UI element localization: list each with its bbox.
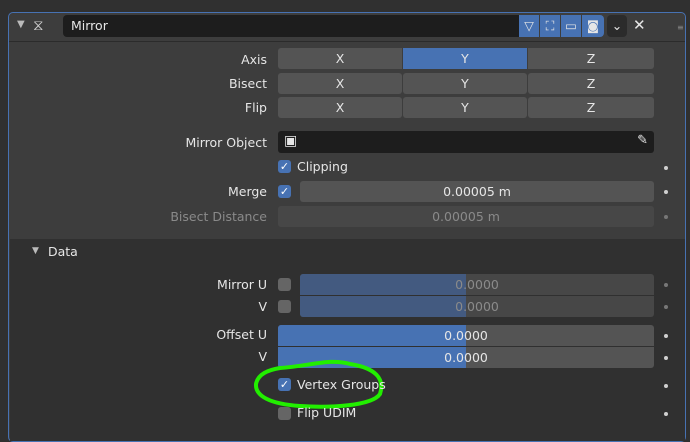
keyframe-dot[interactable] bbox=[664, 412, 668, 416]
mirror-u-field[interactable]: 0.0000 bbox=[300, 274, 654, 295]
object-icon: ▣ bbox=[284, 133, 298, 149]
axis-x-button[interactable]: X bbox=[278, 48, 402, 69]
mirror-object-field[interactable]: ▣ ✎ bbox=[278, 131, 654, 153]
render-camera-icon[interactable]: ◙ bbox=[582, 15, 604, 37]
mirror-u-checkbox[interactable] bbox=[278, 278, 291, 291]
merge-distance-field[interactable]: 0.00005 m bbox=[300, 181, 654, 202]
clipping-checkbox[interactable]: ✓ bbox=[278, 160, 291, 173]
drag-handle-icon[interactable]: ≡ bbox=[677, 23, 684, 32]
data-collapse-arrow-icon[interactable]: ▼ bbox=[32, 246, 39, 256]
mirror-modifier-icon: ⧖ bbox=[33, 16, 44, 34]
flip-y-button[interactable]: Y bbox=[403, 97, 527, 118]
mirror-v-field[interactable]: 0.0000 bbox=[300, 296, 654, 317]
bisect-y-button[interactable]: Y bbox=[403, 73, 527, 94]
flip-x-button[interactable]: X bbox=[278, 97, 402, 118]
mirror-v-label: V bbox=[258, 299, 267, 314]
keyframe-dot[interactable] bbox=[664, 384, 668, 388]
mirror-v-checkbox[interactable] bbox=[278, 300, 291, 313]
bisect-distance-label: Bisect Distance bbox=[170, 209, 267, 224]
offset-u-label: Offset U bbox=[216, 327, 267, 342]
bisect-x-button[interactable]: X bbox=[278, 73, 402, 94]
axis-label: Axis bbox=[241, 52, 267, 67]
keyframe-dot[interactable] bbox=[664, 166, 668, 170]
axis-y-button[interactable]: Y bbox=[403, 48, 527, 69]
keyframe-dot[interactable] bbox=[664, 215, 668, 219]
axis-z-button[interactable]: Z bbox=[528, 48, 654, 69]
keyframe-dot[interactable] bbox=[664, 356, 668, 360]
offset-u-field[interactable]: 0.0000 bbox=[278, 325, 654, 346]
flip-udim-label: Flip UDIM bbox=[297, 405, 357, 420]
data-subpanel-title[interactable]: Data bbox=[48, 244, 78, 259]
mirror-u-label: Mirror U bbox=[217, 277, 267, 292]
viewport-display-icon[interactable]: ▭ bbox=[561, 15, 581, 37]
keyframe-dot[interactable] bbox=[664, 190, 668, 194]
merge-label: Merge bbox=[227, 184, 267, 199]
flip-z-button[interactable]: Z bbox=[528, 97, 654, 118]
keyframe-dot[interactable] bbox=[664, 305, 668, 309]
modifier-name-input[interactable]: Mirror bbox=[63, 15, 523, 37]
flip-label: Flip bbox=[244, 100, 267, 115]
bisect-z-button[interactable]: Z bbox=[528, 73, 654, 94]
merge-checkbox[interactable]: ✓ bbox=[278, 185, 291, 198]
modifier-name: Mirror bbox=[71, 18, 108, 33]
offset-v-label: V bbox=[258, 349, 267, 364]
on-cage-toggle-icon[interactable]: ⛶ bbox=[540, 15, 560, 37]
mirror-object-label: Mirror Object bbox=[185, 135, 267, 150]
clipping-label: Clipping bbox=[297, 159, 348, 174]
keyframe-dot[interactable] bbox=[664, 283, 668, 287]
vertex-groups-checkbox[interactable]: ✓ bbox=[278, 378, 291, 391]
close-icon[interactable]: ✕ bbox=[633, 16, 646, 34]
keyframe-dot[interactable] bbox=[664, 334, 668, 338]
bisect-label: Bisect bbox=[228, 76, 267, 91]
collapse-arrow-icon[interactable]: ▼ bbox=[17, 19, 25, 30]
bisect-distance-field[interactable]: 0.00005 m bbox=[278, 206, 654, 227]
flip-udim-checkbox[interactable] bbox=[278, 407, 291, 420]
vertex-groups-label: Vertex Groups bbox=[297, 377, 386, 392]
chevron-down-icon[interactable]: ⌄ bbox=[607, 15, 627, 37]
edit-mode-toggle-icon[interactable]: ▽ bbox=[519, 15, 539, 37]
eyedropper-icon[interactable]: ✎ bbox=[637, 133, 648, 148]
panel-header: ▼ ⧖ Mirror ▽ ⛶ ▭ ◙ ⌄ ✕ ≡ bbox=[9, 13, 685, 42]
